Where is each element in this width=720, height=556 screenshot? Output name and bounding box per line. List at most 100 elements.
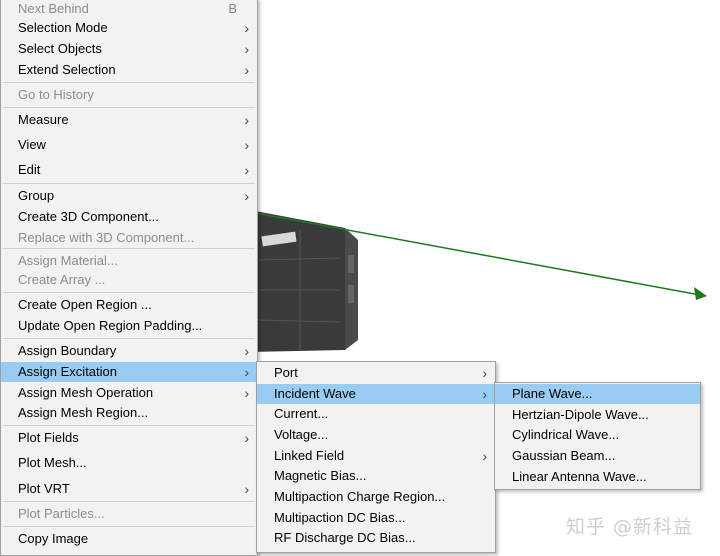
menu-item-extend-selection[interactable]: Extend Selection › bbox=[1, 60, 257, 80]
menu-item-label: Plane Wave... bbox=[512, 386, 593, 401]
menu-item-multipaction-dc-bias[interactable]: Multipaction DC Bias... bbox=[257, 508, 495, 528]
menu-item-label: Assign Boundary bbox=[18, 343, 117, 358]
menu-item-label: View bbox=[18, 137, 46, 152]
menu-item-go-to-history: Go to History bbox=[1, 85, 257, 105]
menu-item-label: Assign Mesh Operation bbox=[18, 385, 154, 400]
menu-separator bbox=[3, 183, 255, 184]
chevron-right-icon: › bbox=[244, 20, 249, 36]
chevron-right-icon: › bbox=[244, 41, 249, 57]
menu-item-rf-discharge-dc-bias[interactable]: RF Discharge DC Bias... bbox=[257, 528, 495, 548]
menu-separator bbox=[3, 338, 255, 339]
menu-item-label: Multipaction Charge Region... bbox=[274, 489, 446, 504]
menu-item-voltage[interactable]: Voltage... bbox=[257, 425, 495, 445]
menu-separator bbox=[3, 248, 255, 249]
assign-excitation-submenu: Port › Incident Wave › Current... Voltage... L… bbox=[256, 361, 496, 553]
menu-item-magnetic-bias[interactable]: Magnetic Bias... bbox=[257, 466, 495, 486]
menu-item-label: Selection Mode bbox=[18, 20, 108, 35]
menu-separator bbox=[3, 82, 255, 83]
menu-separator bbox=[3, 526, 255, 527]
menu-item-assign-boundary[interactable]: Assign Boundary › bbox=[1, 341, 257, 361]
menu-item-group[interactable]: Group › bbox=[1, 186, 257, 206]
menu-item-label: Copy Image bbox=[18, 531, 89, 546]
menu-item-gaussian-beam[interactable]: Gaussian Beam... bbox=[495, 446, 700, 466]
menu-item-plot-vrt[interactable]: Plot VRT › bbox=[1, 479, 257, 499]
menu-item-create-3d-component[interactable]: Create 3D Component... bbox=[1, 207, 257, 227]
menu-separator bbox=[3, 107, 255, 108]
menu-item-assign-material: Assign Material... bbox=[1, 251, 257, 271]
menu-item-plane-wave[interactable]: Plane Wave... bbox=[495, 384, 700, 404]
menu-item-cylindrical-wave[interactable]: Cylindrical Wave... bbox=[495, 425, 700, 445]
menu-separator bbox=[3, 292, 255, 293]
menu-item-label: Port bbox=[274, 365, 298, 380]
menu-item-label: Extend Selection bbox=[18, 62, 116, 77]
menu-item-label: Plot Fields bbox=[18, 430, 79, 445]
menu-item-shortcut: B bbox=[228, 1, 237, 16]
menu-item-label: Create Open Region ... bbox=[18, 297, 152, 312]
menu-item-label: Assign Excitation bbox=[18, 364, 117, 379]
menu-item-multipaction-charge-region[interactable]: Multipaction Charge Region... bbox=[257, 487, 495, 507]
chevron-right-icon: › bbox=[482, 365, 487, 381]
menu-item-measure[interactable]: Measure › bbox=[1, 110, 257, 130]
menu-item-port[interactable]: Port › bbox=[257, 363, 495, 383]
menu-item-edit[interactable]: Edit › bbox=[1, 160, 257, 180]
menu-item-plot-particles: Plot Particles... bbox=[1, 504, 257, 524]
chevron-right-icon: › bbox=[244, 188, 249, 204]
menu-item-select-objects[interactable]: Select Objects › bbox=[1, 39, 257, 59]
menu-item-label: Plot Mesh... bbox=[18, 455, 87, 470]
chevron-right-icon: › bbox=[244, 62, 249, 78]
menu-separator bbox=[3, 425, 255, 426]
menu-item-label: Assign Material... bbox=[18, 253, 118, 268]
menu-item-plot-fields[interactable]: Plot Fields › bbox=[1, 428, 257, 448]
menu-item-assign-excitation[interactable]: Assign Excitation › bbox=[1, 362, 257, 382]
menu-item-label: Create Array ... bbox=[18, 272, 106, 287]
menu-item-label: Measure bbox=[18, 112, 69, 127]
chevron-right-icon: › bbox=[244, 481, 249, 497]
chevron-right-icon: › bbox=[244, 385, 249, 401]
chevron-right-icon: › bbox=[244, 112, 249, 128]
context-menu: Next Behind B Selection Mode › Select Object… bbox=[0, 0, 258, 556]
chevron-right-icon: › bbox=[244, 343, 249, 359]
menu-item-linked-field[interactable]: Linked Field › bbox=[257, 446, 495, 466]
menu-item-label: Update Open Region Padding... bbox=[18, 318, 203, 333]
chevron-right-icon: › bbox=[244, 430, 249, 446]
menu-item-hertzian-dipole-wave[interactable]: Hertzian-Dipole Wave... bbox=[495, 405, 700, 425]
watermark: 知乎 @新科益 bbox=[566, 516, 694, 538]
menu-item-label: Magnetic Bias... bbox=[274, 468, 367, 483]
chevron-right-icon: › bbox=[482, 448, 487, 464]
menu-item-assign-mesh-operation[interactable]: Assign Mesh Operation › bbox=[1, 383, 257, 403]
chevron-right-icon: › bbox=[244, 364, 249, 380]
menu-item-incident-wave[interactable]: Incident Wave › bbox=[257, 384, 495, 404]
menu-item-label: Create 3D Component... bbox=[18, 209, 159, 224]
menu-item-label: Group bbox=[18, 188, 55, 203]
menu-item-label: Plot Particles... bbox=[18, 506, 105, 521]
menu-item-label: Linked Field bbox=[274, 448, 345, 463]
menu-item-create-array: Create Array ... bbox=[1, 270, 257, 290]
menu-item-update-open-region-padding[interactable]: Update Open Region Padding... bbox=[1, 316, 257, 336]
menu-item-label: Linear Antenna Wave... bbox=[512, 469, 647, 484]
menu-item-label: Incident Wave bbox=[274, 386, 356, 401]
menu-item-plot-mesh[interactable]: Plot Mesh... bbox=[1, 453, 257, 473]
menu-item-next-behind: Next Behind B bbox=[1, 0, 257, 19]
menu-item-label: Select Objects bbox=[18, 41, 102, 56]
menu-item-label: Go to History bbox=[18, 87, 94, 102]
box-model bbox=[250, 210, 358, 352]
chevron-right-icon: › bbox=[482, 386, 487, 402]
menu-item-label: Plot VRT bbox=[18, 481, 70, 496]
menu-item-replace-with-3d-component: Replace with 3D Component... bbox=[1, 228, 257, 248]
menu-item-view[interactable]: View › bbox=[1, 135, 257, 155]
menu-item-label: Cylindrical Wave... bbox=[512, 427, 620, 442]
menu-item-label: Assign Mesh Region... bbox=[18, 405, 149, 420]
menu-item-current[interactable]: Current... bbox=[257, 404, 495, 424]
menu-item-linear-antenna-wave[interactable]: Linear Antenna Wave... bbox=[495, 467, 700, 487]
menu-item-selection-mode[interactable]: Selection Mode › bbox=[1, 18, 257, 38]
menu-item-label: Current... bbox=[274, 406, 329, 421]
menu-item-label: Hertzian-Dipole Wave... bbox=[512, 407, 649, 422]
chevron-right-icon: › bbox=[244, 137, 249, 153]
chevron-right-icon: › bbox=[244, 162, 249, 178]
menu-item-create-open-region[interactable]: Create Open Region ... bbox=[1, 295, 257, 315]
incident-wave-submenu: Plane Wave... Hertzian-Dipole Wave... Cyli… bbox=[494, 382, 701, 490]
menu-item-copy-image[interactable]: Copy Image bbox=[1, 529, 257, 549]
menu-item-label: Next Behind bbox=[18, 1, 89, 16]
menu-item-label: Gaussian Beam... bbox=[512, 448, 616, 463]
menu-item-assign-mesh-region[interactable]: Assign Mesh Region... bbox=[1, 403, 257, 423]
